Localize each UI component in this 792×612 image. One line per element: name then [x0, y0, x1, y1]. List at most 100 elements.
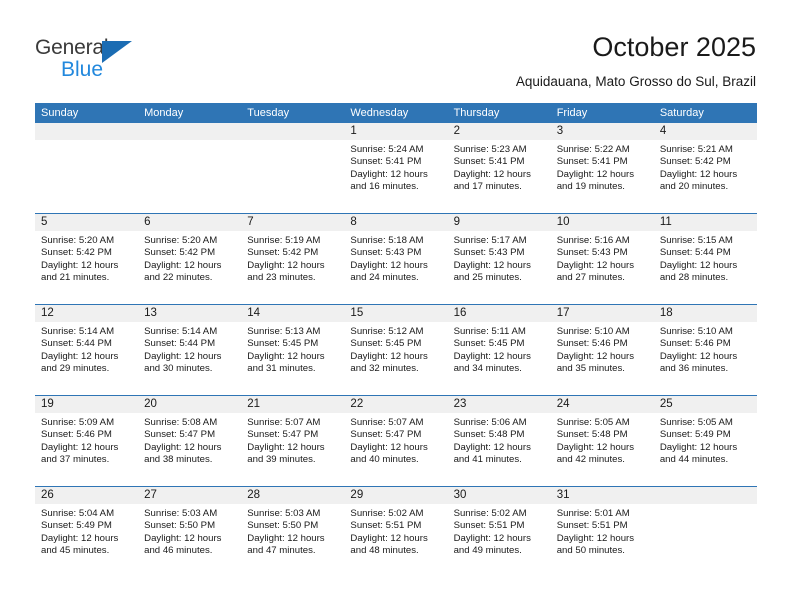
- calendar-day-cell[interactable]: 18 Sunrise: 5:10 AM Sunset: 5:46 PM Dayligh…: [653, 305, 757, 395]
- sunset-text: Sunset: 5:43 PM: [556, 247, 628, 259]
- calendar-day-cell[interactable]: 11 Sunrise: 5:15 AM Sunset: 5:44 PM Dayligh…: [653, 214, 757, 304]
- calendar-day-empty: [35, 123, 139, 213]
- day-number: 29: [344, 487, 448, 504]
- daylight-text-line1: Daylight: 12 hours: [453, 441, 531, 453]
- day-number: 21: [241, 396, 345, 413]
- calendar-day-cell[interactable]: 6 Sunrise: 5:20 AM Sunset: 5:42 PM Daylight…: [138, 214, 242, 304]
- sunrise-text: Sunrise: 5:17 AM: [453, 235, 527, 246]
- calendar-day-cell[interactable]: 27 Sunrise: 5:03 AM Sunset: 5:50 PM Dayligh…: [138, 487, 242, 577]
- sunrise-text: Sunrise: 5:02 AM: [350, 508, 424, 519]
- daylight-text-line1: Daylight: 12 hours: [556, 532, 635, 544]
- daylight-text-line1: Daylight: 12 hours: [350, 350, 428, 362]
- day-number: 16: [447, 305, 551, 322]
- day-number: 2: [447, 123, 551, 140]
- location-subtitle: Aquidauana, Mato Grosso do Sul, Brazil: [515, 74, 756, 89]
- calendar-day-cell[interactable]: 21 Sunrise: 5:07 AM Sunset: 5:47 PM Dayligh…: [241, 396, 345, 486]
- sunset-text: Sunset: 5:44 PM: [144, 338, 216, 350]
- day-details: [654, 504, 757, 508]
- calendar-day-cell[interactable]: 31 Sunrise: 5:01 AM Sunset: 5:51 PM Dayligh…: [550, 487, 654, 577]
- calendar-day-cell[interactable]: 8 Sunrise: 5:18 AM Sunset: 5:43 PM Daylight…: [344, 214, 448, 304]
- day-details: Sunrise: 5:20 AM Sunset: 5:42 PM Daylight:…: [138, 231, 241, 284]
- page-title: October 2025: [592, 32, 756, 62]
- sunset-text: Sunset: 5:51 PM: [453, 520, 525, 532]
- day-details: Sunrise: 5:20 AM Sunset: 5:42 PM Daylight:…: [35, 231, 138, 284]
- sunrise-text: Sunrise: 5:16 AM: [556, 235, 630, 246]
- sunset-text: Sunset: 5:47 PM: [350, 429, 422, 441]
- calendar-day-cell[interactable]: 15 Sunrise: 5:12 AM Sunset: 5:45 PM Dayligh…: [344, 305, 448, 395]
- day-details: Sunrise: 5:23 AM Sunset: 5:41 PM Daylight:…: [448, 140, 551, 193]
- calendar-day-cell[interactable]: 30 Sunrise: 5:02 AM Sunset: 5:51 PM Dayligh…: [447, 487, 551, 577]
- daylight-text-line2: and 21 minutes.: [41, 271, 110, 283]
- day-number: 7: [241, 214, 345, 231]
- sunset-text: Sunset: 5:48 PM: [556, 429, 628, 441]
- day-number: 17: [550, 305, 654, 322]
- daylight-text-line2: and 36 minutes.: [659, 362, 729, 374]
- weekday-friday: Friday: [556, 107, 588, 119]
- day-details: Sunrise: 5:07 AM Sunset: 5:47 PM Daylight:…: [241, 413, 344, 466]
- calendar-day-cell[interactable]: 1 Sunrise: 5:24 AM Sunset: 5:41 PM Daylight…: [344, 123, 448, 213]
- calendar-day-cell[interactable]: 14 Sunrise: 5:13 AM Sunset: 5:45 PM Dayligh…: [241, 305, 345, 395]
- sunset-text: Sunset: 5:41 PM: [350, 156, 422, 168]
- sunrise-text: Sunrise: 5:15 AM: [659, 235, 733, 246]
- calendar-day-cell[interactable]: 23 Sunrise: 5:06 AM Sunset: 5:48 PM Dayligh…: [447, 396, 551, 486]
- calendar-day-cell[interactable]: 9 Sunrise: 5:17 AM Sunset: 5:43 PM Daylight…: [447, 214, 551, 304]
- logo-triangle-icon: [102, 41, 132, 63]
- logo-blue-text: Blue: [61, 58, 104, 81]
- calendar-day-cell[interactable]: 17 Sunrise: 5:10 AM Sunset: 5:46 PM Dayligh…: [550, 305, 654, 395]
- daylight-text-line1: Daylight: 12 hours: [659, 259, 738, 271]
- day-number: 22: [344, 396, 448, 413]
- calendar-day-cell[interactable]: 4 Sunrise: 5:21 AM Sunset: 5:42 PM Daylight…: [653, 123, 757, 213]
- calendar-day-empty: [138, 123, 242, 213]
- daylight-text-line2: and 46 minutes.: [144, 544, 213, 556]
- calendar-day-cell[interactable]: 28 Sunrise: 5:03 AM Sunset: 5:50 PM Dayligh…: [241, 487, 345, 577]
- sunset-text: Sunset: 5:41 PM: [556, 156, 628, 168]
- calendar-day-cell[interactable]: 22 Sunrise: 5:07 AM Sunset: 5:47 PM Dayligh…: [344, 396, 448, 486]
- day-details: Sunrise: 5:13 AM Sunset: 5:45 PM Daylight:…: [241, 322, 344, 375]
- calendar-day-cell[interactable]: 13 Sunrise: 5:14 AM Sunset: 5:44 PM Dayligh…: [138, 305, 242, 395]
- sunrise-text: Sunrise: 5:10 AM: [556, 326, 630, 337]
- calendar-weeks: 1 Sunrise: 5:24 AM Sunset: 5:41 PM Daylight…: [35, 123, 757, 577]
- sunset-text: Sunset: 5:47 PM: [247, 429, 319, 441]
- calendar-week-row: 12 Sunrise: 5:14 AM Sunset: 5:44 PM Dayligh…: [35, 304, 757, 395]
- calendar-day-cell[interactable]: 20 Sunrise: 5:08 AM Sunset: 5:47 PM Dayligh…: [138, 396, 242, 486]
- calendar-week-row: 1 Sunrise: 5:24 AM Sunset: 5:41 PM Daylight…: [35, 123, 757, 213]
- day-number: 31: [550, 487, 654, 504]
- day-number: 23: [447, 396, 551, 413]
- calendar-day-cell[interactable]: 19 Sunrise: 5:09 AM Sunset: 5:46 PM Dayligh…: [35, 396, 139, 486]
- day-details: Sunrise: 5:14 AM Sunset: 5:44 PM Daylight:…: [35, 322, 138, 375]
- daylight-text-line1: Daylight: 12 hours: [453, 532, 531, 544]
- day-number: 10: [550, 214, 654, 231]
- day-details: Sunrise: 5:08 AM Sunset: 5:47 PM Daylight:…: [138, 413, 241, 466]
- calendar-day-cell[interactable]: 3 Sunrise: 5:22 AM Sunset: 5:41 PM Daylight…: [550, 123, 654, 213]
- weekday-tuesday: Tuesday: [247, 107, 290, 119]
- sunset-text: Sunset: 5:43 PM: [453, 247, 525, 259]
- daylight-text-line2: and 41 minutes.: [453, 453, 522, 465]
- daylight-text-line1: Daylight: 12 hours: [144, 259, 222, 271]
- daylight-text-line1: Daylight: 12 hours: [41, 259, 119, 271]
- sunset-text: Sunset: 5:49 PM: [659, 429, 731, 441]
- day-details: Sunrise: 5:24 AM Sunset: 5:41 PM Daylight:…: [344, 140, 447, 193]
- calendar-day-cell[interactable]: 7 Sunrise: 5:19 AM Sunset: 5:42 PM Daylight…: [241, 214, 345, 304]
- calendar-day-cell[interactable]: 2 Sunrise: 5:23 AM Sunset: 5:41 PM Daylight…: [447, 123, 551, 213]
- day-number: 8: [344, 214, 448, 231]
- calendar-day-cell[interactable]: 5 Sunrise: 5:20 AM Sunset: 5:42 PM Daylight…: [35, 214, 139, 304]
- sunrise-text: Sunrise: 5:20 AM: [144, 235, 218, 246]
- calendar-day-cell[interactable]: 26 Sunrise: 5:04 AM Sunset: 5:49 PM Dayligh…: [35, 487, 139, 577]
- calendar-page: General Blue October 2025 Aquidauana, Ma…: [0, 0, 792, 612]
- day-number: [653, 487, 757, 504]
- daylight-text-line2: and 28 minutes.: [659, 271, 729, 283]
- calendar-day-cell[interactable]: 16 Sunrise: 5:11 AM Sunset: 5:45 PM Dayligh…: [447, 305, 551, 395]
- day-number: [35, 123, 139, 140]
- sunset-text: Sunset: 5:46 PM: [556, 338, 628, 350]
- weekday-wednesday: Wednesday: [350, 107, 409, 119]
- daylight-text-line2: and 30 minutes.: [144, 362, 213, 374]
- calendar-day-cell[interactable]: 10 Sunrise: 5:16 AM Sunset: 5:43 PM Dayligh…: [550, 214, 654, 304]
- daylight-text-line2: and 45 minutes.: [41, 544, 110, 556]
- sunrise-text: Sunrise: 5:14 AM: [144, 326, 218, 337]
- calendar-day-cell[interactable]: 12 Sunrise: 5:14 AM Sunset: 5:44 PM Dayligh…: [35, 305, 139, 395]
- sunset-text: Sunset: 5:46 PM: [659, 338, 731, 350]
- calendar-day-cell[interactable]: 29 Sunrise: 5:02 AM Sunset: 5:51 PM Dayligh…: [344, 487, 448, 577]
- calendar-day-cell[interactable]: 24 Sunrise: 5:05 AM Sunset: 5:48 PM Dayligh…: [550, 396, 654, 486]
- day-number: 20: [138, 396, 242, 413]
- calendar-day-cell[interactable]: 25 Sunrise: 5:05 AM Sunset: 5:49 PM Dayligh…: [653, 396, 757, 486]
